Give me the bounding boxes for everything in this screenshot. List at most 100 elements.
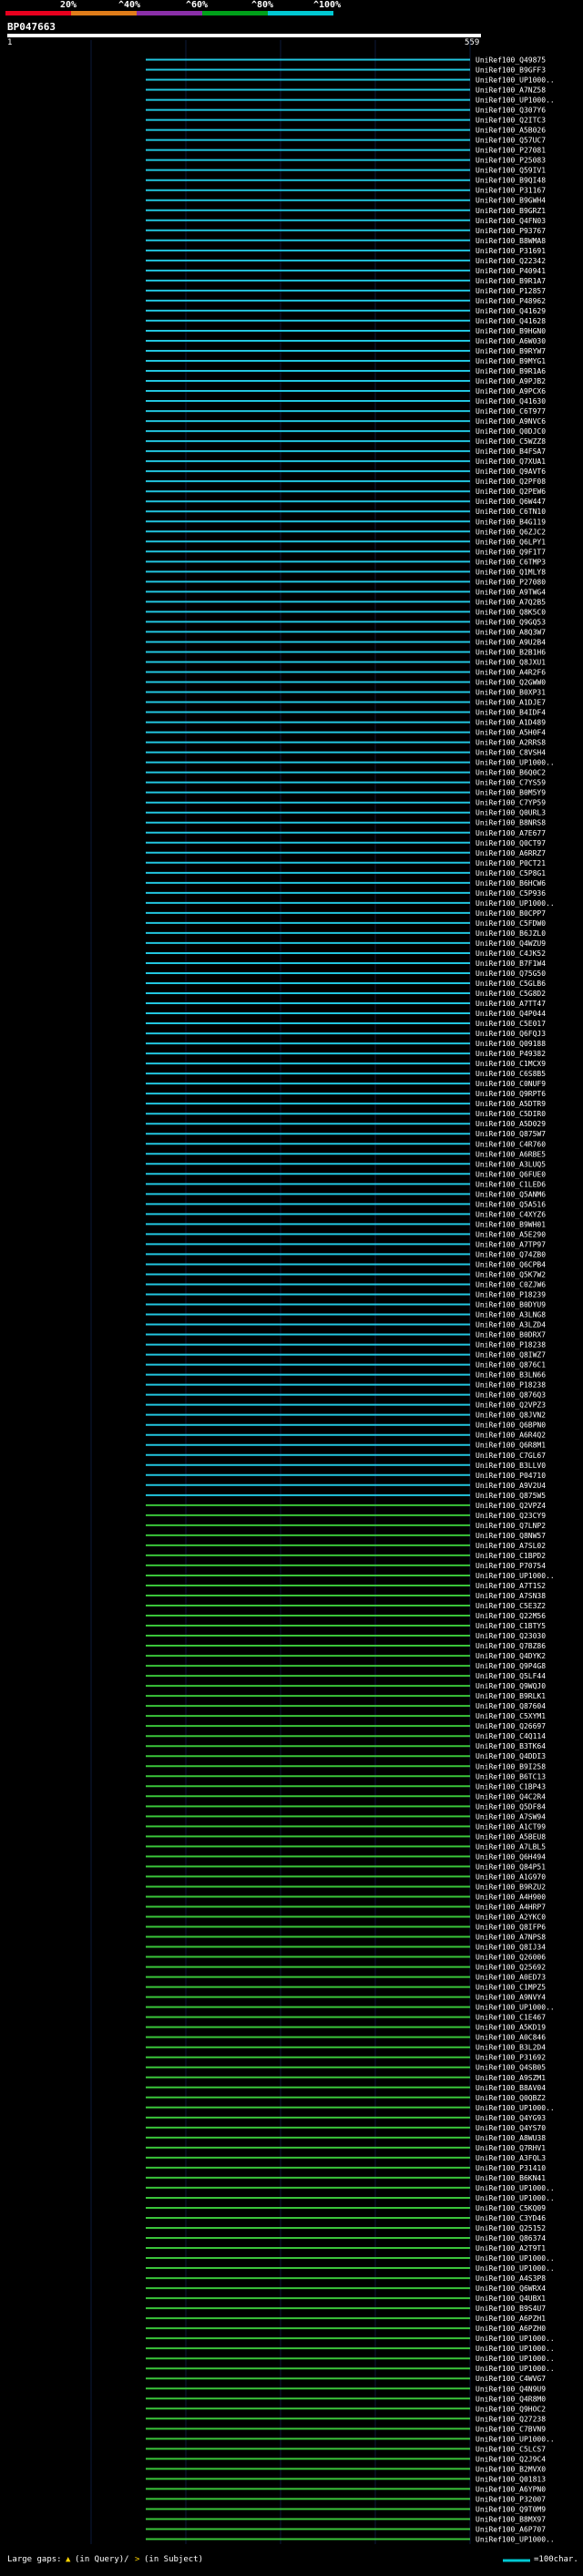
hit-label[interactable]: UniRef100_Q59IV1: [476, 167, 546, 175]
hit-label[interactable]: UniRef100_A6RBE5: [476, 1150, 546, 1158]
hit-label[interactable]: UniRef100_B9RYW7: [476, 347, 546, 355]
hit-label[interactable]: UniRef100_Q2GWW0: [476, 679, 546, 687]
hit-label[interactable]: UniRef100_B2B1H6: [476, 648, 546, 656]
hit-label[interactable]: UniRef100_UP1000..: [476, 2365, 555, 2373]
hit-label[interactable]: UniRef100_C1MPZ5: [476, 1984, 546, 1992]
hit-label[interactable]: UniRef100_Q6BPN0: [476, 1421, 546, 1430]
hit-label[interactable]: UniRef100_C5WZZ8: [476, 437, 546, 446]
hit-label[interactable]: UniRef100_C1BTY5: [476, 1622, 546, 1630]
hit-label[interactable]: UniRef100_A7SN38: [476, 1592, 546, 1600]
hit-label[interactable]: UniRef100_A6W030: [476, 337, 546, 345]
hit-label[interactable]: UniRef100_B9R1A6: [476, 367, 546, 375]
hit-label[interactable]: UniRef100_C5G8D2: [476, 990, 546, 998]
hit-label[interactable]: UniRef100_Q09188: [476, 1040, 546, 1048]
hit-label[interactable]: UniRef100_B0XP31: [476, 689, 546, 697]
hit-label[interactable]: UniRef100_Q6W447: [476, 498, 546, 506]
hit-label[interactable]: UniRef100_C5XYM1: [476, 1712, 546, 1720]
hit-label[interactable]: UniRef100_Q41629: [476, 307, 546, 315]
hit-label[interactable]: UniRef100_B3L2D4: [476, 2044, 546, 2052]
hit-label[interactable]: UniRef100_Q2ITC3: [476, 117, 546, 125]
hit-label[interactable]: UniRef100_UP1000..: [476, 2535, 555, 2543]
hit-label[interactable]: UniRef100_UP1000..: [476, 2184, 555, 2192]
hit-label[interactable]: UniRef100_B6KN41: [476, 2174, 546, 2182]
hit-label[interactable]: UniRef100_Q4UBX1: [476, 2294, 546, 2303]
hit-label[interactable]: UniRef100_A7LBL5: [476, 1842, 546, 1851]
hit-label[interactable]: UniRef100_Q5A516: [476, 1200, 546, 1208]
hit-label[interactable]: UniRef100_A0ED73: [476, 1974, 546, 1982]
hit-label[interactable]: UniRef100_Q5DF84: [476, 1802, 546, 1811]
hit-label[interactable]: UniRef100_Q875W7: [476, 1130, 546, 1138]
hit-label[interactable]: UniRef100_Q1MLY8: [476, 568, 546, 576]
hit-label[interactable]: UniRef100_Q7BZ86: [476, 1642, 546, 1650]
hit-label[interactable]: UniRef100_Q9RPT6: [476, 1090, 546, 1098]
hit-label[interactable]: UniRef100_Q25152: [476, 2224, 546, 2232]
hit-label[interactable]: UniRef100_P31410: [476, 2164, 546, 2172]
hit-label[interactable]: UniRef100_Q6CPB4: [476, 1260, 546, 1268]
hit-label[interactable]: UniRef100_C1BP43: [476, 1782, 546, 1791]
hit-label[interactable]: UniRef100_UP1000..: [476, 2435, 555, 2443]
hit-label[interactable]: UniRef100_C5E017: [476, 1020, 546, 1028]
hit-label[interactable]: UniRef100_Q0QBZ2: [476, 2094, 546, 2102]
hit-label[interactable]: UniRef100_C7GL67: [476, 1452, 546, 1460]
hit-label[interactable]: UniRef100_Q5K7W2: [476, 1270, 546, 1278]
hit-label[interactable]: UniRef100_Q22M56: [476, 1612, 546, 1620]
hit-label[interactable]: UniRef100_Q9F1T7: [476, 548, 546, 556]
hit-label[interactable]: UniRef100_B9GWH4: [476, 197, 546, 205]
hit-label[interactable]: UniRef100_A5E290: [476, 1230, 546, 1238]
hit-label[interactable]: UniRef100_B9S4U7: [476, 2304, 546, 2313]
hit-label[interactable]: UniRef100_Q26697: [476, 1722, 546, 1730]
hit-label[interactable]: UniRef100_A2T9T1: [476, 2244, 546, 2253]
hit-label[interactable]: UniRef100_Q23030: [476, 1632, 546, 1640]
hit-label[interactable]: UniRef100_C1MCX9: [476, 1060, 546, 1068]
hit-label[interactable]: UniRef100_B6JZL0: [476, 929, 546, 938]
hit-label[interactable]: UniRef100_P93767: [476, 227, 546, 235]
hit-label[interactable]: UniRef100_B9RZU2: [476, 1883, 546, 1891]
hit-label[interactable]: UniRef100_C6S8B5: [476, 1070, 546, 1078]
hit-label[interactable]: UniRef100_A1CT99: [476, 1822, 546, 1831]
hit-label[interactable]: UniRef100_Q307Y6: [476, 107, 546, 115]
hit-label[interactable]: UniRef100_Q876C1: [476, 1361, 546, 1370]
hit-label[interactable]: UniRef100_B9MYG1: [476, 357, 546, 365]
hit-label[interactable]: UniRef100_P27080: [476, 578, 546, 586]
hit-label[interactable]: UniRef100_Q74ZB0: [476, 1250, 546, 1258]
hit-label[interactable]: UniRef100_Q4FN03: [476, 217, 546, 225]
hit-label[interactable]: UniRef100_B9HGN0: [476, 327, 546, 335]
hit-label[interactable]: UniRef100_C0ZJW6: [476, 1280, 546, 1288]
hit-label[interactable]: UniRef100_Q41630: [476, 397, 546, 405]
hit-label[interactable]: UniRef100_A3LUQ5: [476, 1160, 546, 1168]
hit-label[interactable]: UniRef100_P70754: [476, 1562, 546, 1570]
hit-label[interactable]: UniRef100_Q4R8M0: [476, 2395, 546, 2403]
hit-label[interactable]: UniRef100_P49382: [476, 1050, 546, 1058]
hit-label[interactable]: UniRef100_P48962: [476, 297, 546, 305]
hit-label[interactable]: UniRef100_A9U2B4: [476, 638, 546, 646]
hit-label[interactable]: UniRef100_UP1000..: [476, 2335, 555, 2343]
hit-label[interactable]: UniRef100_B3LLV0: [476, 1462, 546, 1470]
hit-label[interactable]: UniRef100_Q86374: [476, 2234, 546, 2242]
hit-label[interactable]: UniRef100_UP1000..: [476, 1572, 555, 1580]
hit-label[interactable]: UniRef100_C7YP59: [476, 799, 546, 807]
hit-label[interactable]: UniRef100_Q57UC7: [476, 137, 546, 145]
hit-label[interactable]: UniRef100_C3YD46: [476, 2214, 546, 2222]
hit-label[interactable]: UniRef100_UP1000..: [476, 2264, 555, 2273]
hit-label[interactable]: UniRef100_B6TC13: [476, 1772, 546, 1781]
hit-label[interactable]: UniRef100_Q8IWZ7: [476, 1351, 546, 1360]
hit-label[interactable]: UniRef100_A5H0F4: [476, 729, 546, 737]
hit-label[interactable]: UniRef100_B9R1A7: [476, 277, 546, 285]
hit-label[interactable]: UniRef100_B6Q0C2: [476, 769, 546, 777]
hit-label[interactable]: UniRef100_A9TWG4: [476, 588, 546, 596]
hit-label[interactable]: UniRef100_Q7LNP2: [476, 1522, 546, 1530]
hit-label[interactable]: UniRef100_Q8IJ34: [476, 1944, 546, 1952]
hit-label[interactable]: UniRef100_Q2VPZ3: [476, 1401, 546, 1410]
hit-label[interactable]: UniRef100_Q4YS70: [476, 2124, 546, 2132]
hit-label[interactable]: UniRef100_B4FSA7: [476, 447, 546, 456]
hit-label[interactable]: UniRef100_C7BVN9: [476, 2425, 546, 2433]
hit-label[interactable]: UniRef100_C5FDW0: [476, 919, 546, 928]
hit-label[interactable]: UniRef100_B6HCW6: [476, 879, 546, 888]
hit-label[interactable]: UniRef100_P0CT21: [476, 859, 546, 867]
hit-label[interactable]: UniRef100_A0C846: [476, 2034, 546, 2042]
hit-label[interactable]: UniRef100_Q0DJC0: [476, 427, 546, 436]
hit-label[interactable]: UniRef100_A7NPS8: [476, 1934, 546, 1942]
hit-label[interactable]: UniRef100_A2RRS8: [476, 739, 546, 747]
hit-label[interactable]: UniRef100_C1BPD2: [476, 1552, 546, 1560]
hit-label[interactable]: UniRef100_Q6H494: [476, 1852, 546, 1861]
